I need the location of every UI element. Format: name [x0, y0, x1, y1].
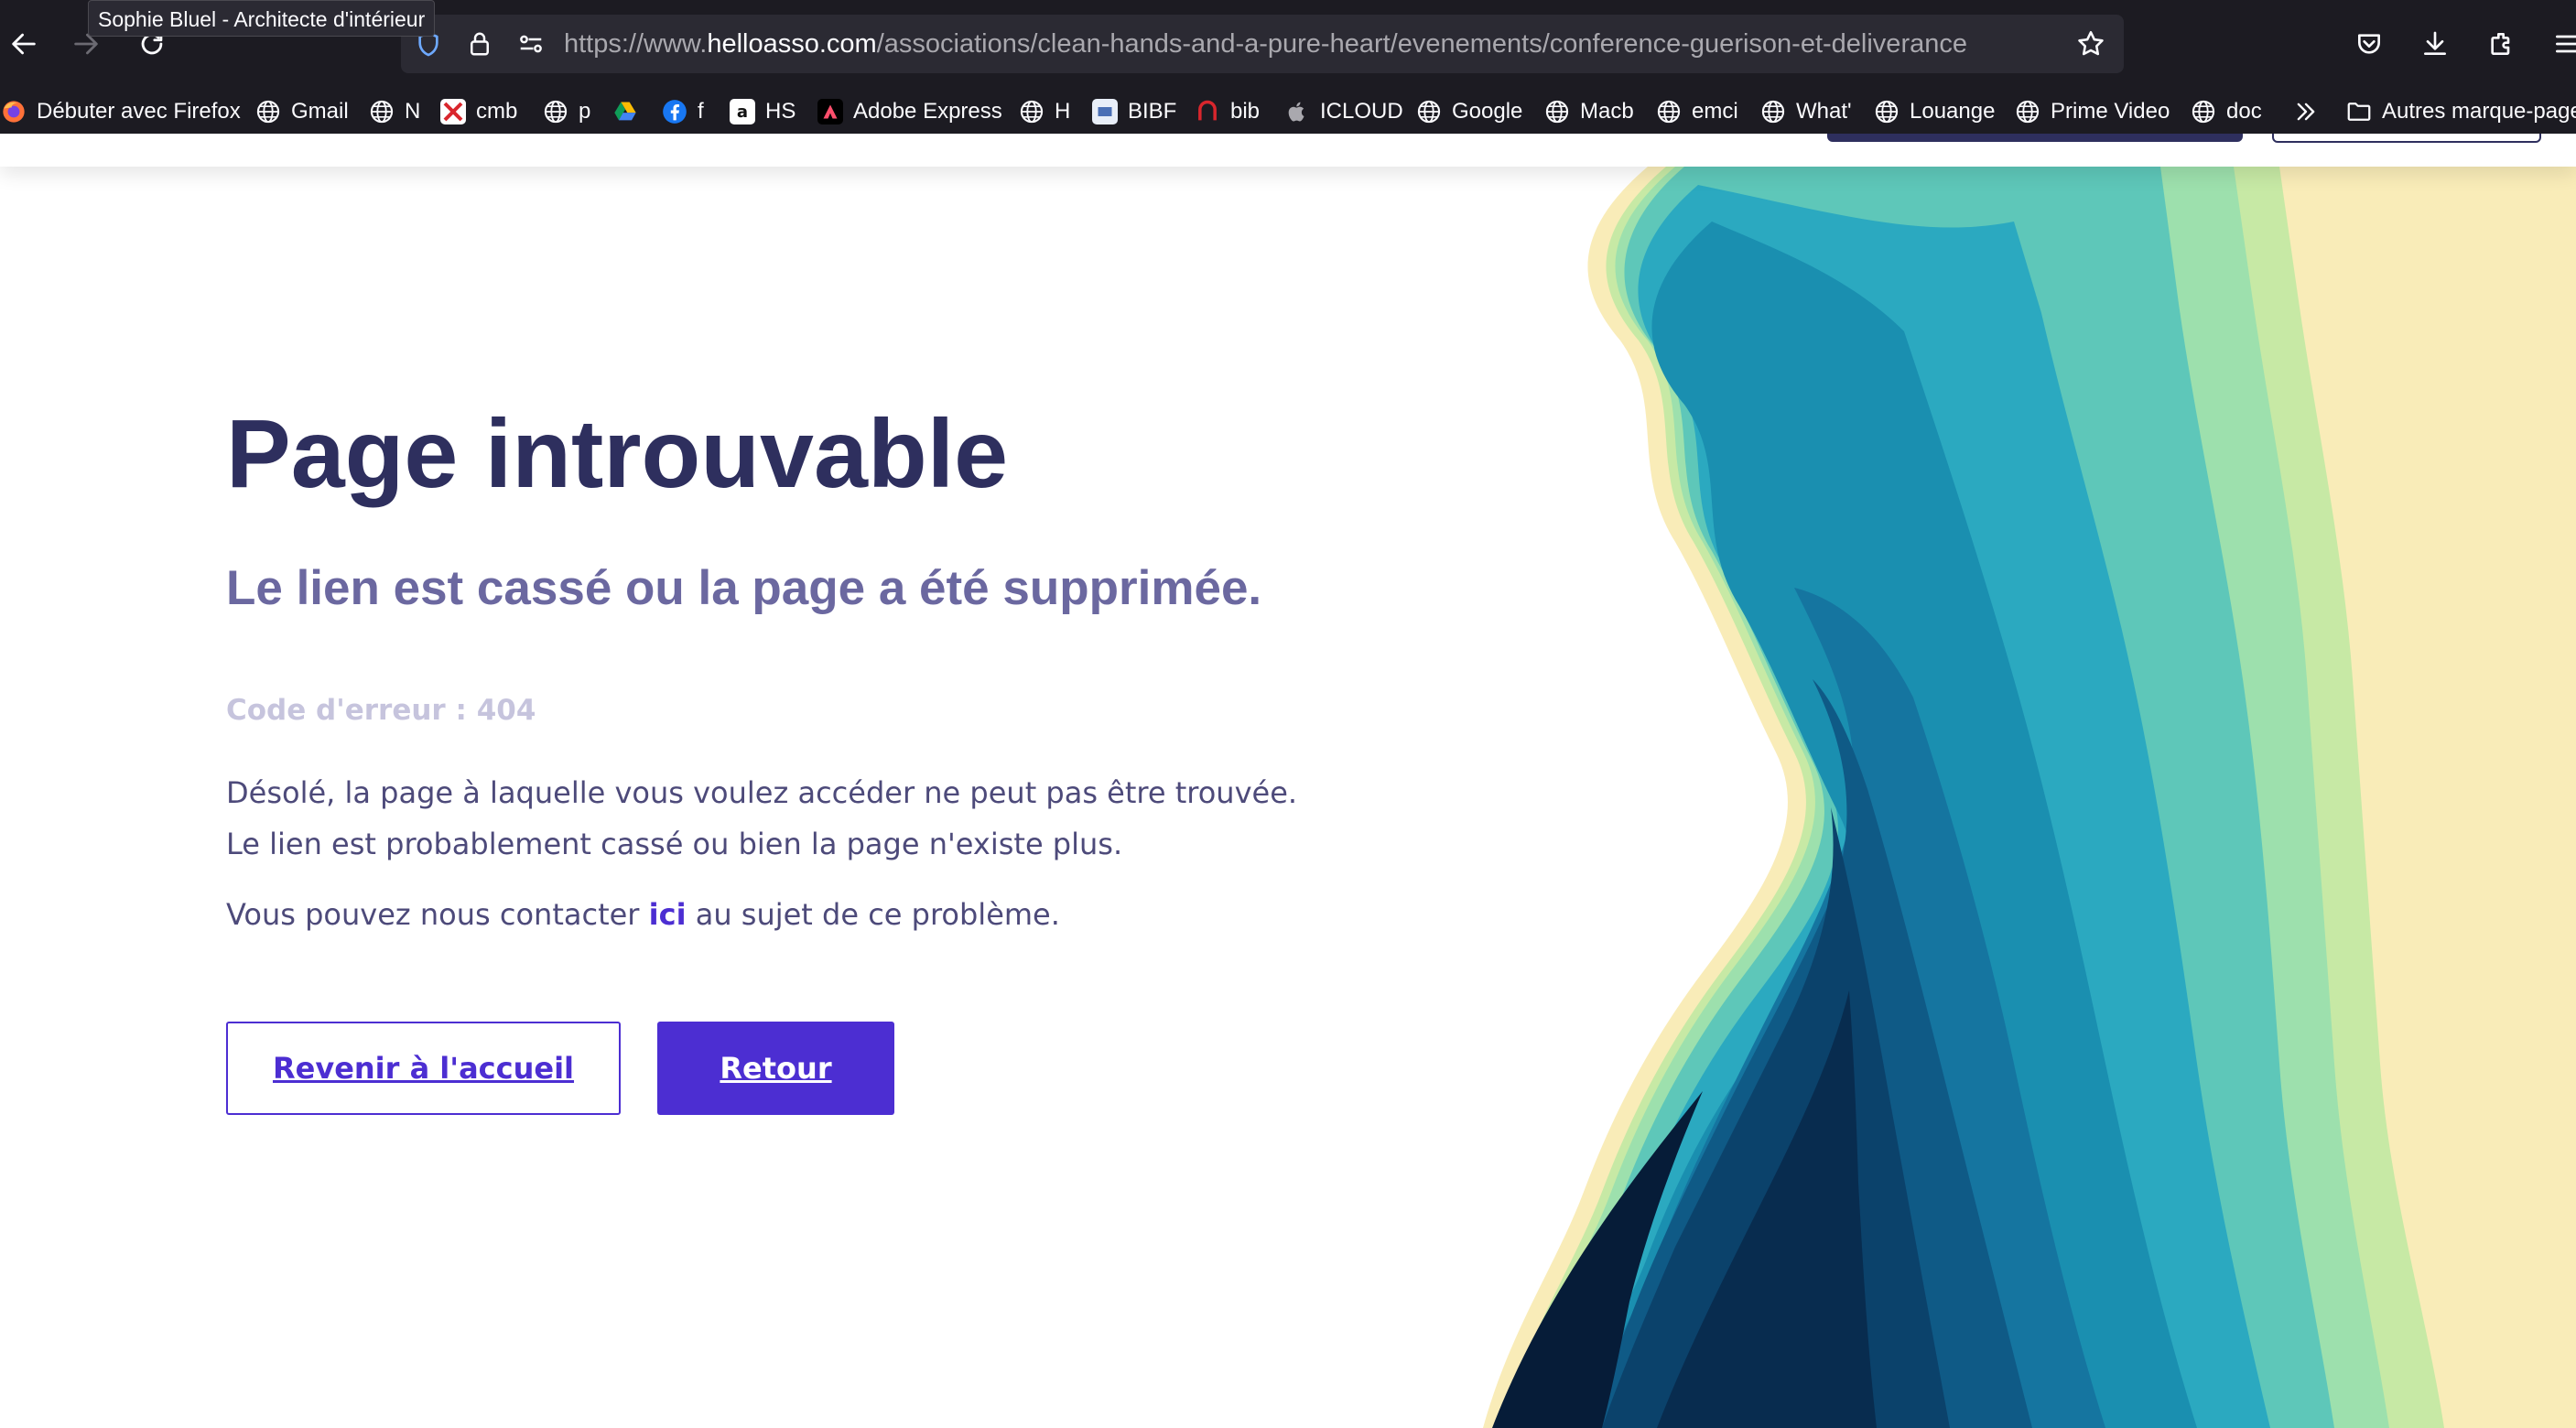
- url-bar[interactable]: https://www.helloasso.com/associations/c…: [401, 15, 2124, 73]
- pocket-icon[interactable]: [2347, 22, 2391, 66]
- amazon-icon: a: [729, 98, 756, 125]
- bookmark-h[interactable]: H: [1018, 90, 1070, 134]
- bookmark-gmail[interactable]: Gmail: [254, 90, 349, 134]
- contact-text: Vous pouvez nous contacter ici au sujet …: [226, 897, 1060, 932]
- bookmark-bibf[interactable]: BIBF: [1091, 90, 1176, 134]
- error-code: Code d'erreur : 404: [226, 694, 536, 727]
- globe-icon: [368, 98, 395, 125]
- page-subtitle: Le lien est cassé ou la page a été suppr…: [226, 561, 1262, 615]
- bookmark-label: Gmail: [291, 99, 349, 124]
- back-to-home-button[interactable]: Revenir à l'accueil: [226, 1022, 621, 1115]
- bookmark-macb[interactable]: Macb: [1543, 90, 1634, 134]
- bookmark-label: Prime Video: [2051, 99, 2170, 124]
- bookmark-label: H: [1055, 99, 1071, 124]
- navigation-toolbar: Sophie Bluel - Architecte d'intérieur ht…: [0, 0, 2576, 90]
- bookmark-label: Louange: [1910, 99, 1996, 124]
- globe-icon: [542, 98, 569, 125]
- download-icon[interactable]: [2413, 22, 2457, 66]
- cmb-icon: [439, 98, 467, 125]
- header-primary-button[interactable]: [1827, 134, 2243, 142]
- go-back-button[interactable]: Retour: [657, 1022, 894, 1115]
- bookmark-google-drive[interactable]: [612, 90, 639, 134]
- bookmark-p[interactable]: p: [542, 90, 590, 134]
- globe-icon: [2190, 98, 2217, 125]
- browser-chrome: Sophie Bluel - Architecte d'intérieur ht…: [0, 0, 2576, 134]
- bookmark-cmb[interactable]: cmb: [439, 90, 517, 134]
- bookmark-label: bib: [1230, 99, 1261, 124]
- bookmark-label: emci: [1692, 99, 1738, 124]
- star-icon[interactable]: [2073, 26, 2109, 62]
- bookmark-label: BIBF: [1128, 99, 1177, 124]
- bookmark-prime-video[interactable]: Prime Video: [2014, 90, 2170, 134]
- bookmark-what[interactable]: What': [1759, 90, 1852, 134]
- globe-icon: [2014, 98, 2041, 125]
- bookmark-label: cmb: [476, 99, 518, 124]
- bibf-icon: [1091, 98, 1119, 125]
- google-drive-icon: [612, 98, 639, 125]
- bib-icon: [1194, 98, 1221, 125]
- bookmark-louange[interactable]: Louange: [1873, 90, 1995, 134]
- globe-icon: [1655, 98, 1683, 125]
- url-path: /associations/clean-hands-and-a-pure-hea…: [876, 29, 1967, 59]
- globe-icon: [254, 98, 282, 125]
- menu-icon[interactable]: [2545, 22, 2576, 66]
- bookmark-label: Adobe Express: [853, 99, 1002, 124]
- bookmark-label: HS: [765, 99, 796, 124]
- globe-icon: [1018, 98, 1045, 125]
- url-host: helloasso.com: [707, 29, 877, 59]
- header-secondary-button[interactable]: [2272, 134, 2541, 143]
- site-header: [0, 134, 2576, 167]
- url-text[interactable]: https://www.helloasso.com/associations/c…: [564, 15, 1967, 73]
- bookmark-bib[interactable]: bib: [1194, 90, 1260, 134]
- permissions-icon[interactable]: [513, 26, 549, 62]
- tab-tooltip: Sophie Bluel - Architecte d'intérieur: [88, 0, 436, 37]
- error-description: Désolé, la page à laquelle vous voulez a…: [226, 775, 1298, 861]
- apple-icon: [1283, 98, 1311, 125]
- firefox-icon: [0, 98, 27, 125]
- bookmark-emci[interactable]: emci: [1655, 90, 1738, 134]
- lock-icon[interactable]: [461, 26, 498, 62]
- page-title: Page introuvable: [226, 400, 1009, 508]
- facebook-icon: [661, 98, 688, 125]
- bookmark-label: Google: [1452, 99, 1523, 124]
- bookmark-label: N: [405, 99, 421, 124]
- chevron-double-right-icon: [2292, 98, 2320, 125]
- globe-icon: [1759, 98, 1787, 125]
- bookmark-hs[interactable]: a HS: [729, 90, 796, 134]
- decorative-topographic-illustration: [1282, 167, 2576, 1428]
- contact-text-after: au sujet de ce problème.: [686, 897, 1060, 932]
- bookmark-debuter-avec-firefox[interactable]: Débuter avec Firefox: [0, 90, 241, 134]
- page-viewport: Page introuvable Le lien est cassé ou la…: [0, 134, 2576, 1428]
- globe-icon: [1543, 98, 1571, 125]
- folder-icon: [2345, 98, 2373, 125]
- bookmark-doc[interactable]: doc: [2190, 90, 2262, 134]
- bookmark-label: What': [1796, 99, 1852, 124]
- bookmark-label: Débuter avec Firefox: [37, 99, 241, 124]
- bookmarks-overflow-button[interactable]: [2292, 90, 2320, 134]
- bookmark-label: Macb: [1580, 99, 1634, 124]
- url-protocol: https://www.: [564, 29, 708, 59]
- bookmark-n[interactable]: N: [368, 90, 420, 134]
- back-arrow-icon[interactable]: [0, 20, 48, 68]
- bookmark-label: doc: [2226, 99, 2262, 124]
- bookmark-icloud[interactable]: ICLOUD: [1283, 90, 1403, 134]
- bookmark-label: p: [579, 99, 591, 124]
- globe-icon: [1873, 98, 1900, 125]
- bookmark-f[interactable]: f: [661, 90, 704, 134]
- bookmark-label: ICLOUD: [1320, 99, 1403, 124]
- other-bookmarks-label: Autres marque-pages: [2382, 99, 2576, 124]
- globe-icon: [1415, 98, 1443, 125]
- contact-link[interactable]: ici: [649, 897, 687, 932]
- bookmarks-toolbar: Débuter avec Firefox Gmail N cmb p f a H…: [0, 90, 2576, 134]
- bookmark-google[interactable]: Google: [1415, 90, 1522, 134]
- other-bookmarks-folder[interactable]: Autres marque-pages: [2345, 90, 2576, 134]
- contact-text-before: Vous pouvez nous contacter: [226, 897, 649, 932]
- bookmark-adobe-express[interactable]: Adobe Express: [817, 90, 1002, 134]
- error-content: Page introuvable Le lien est cassé ou la…: [226, 134, 1325, 1428]
- extensions-icon[interactable]: [2479, 22, 2523, 66]
- adobe-express-icon: [817, 98, 844, 125]
- bookmark-label: f: [698, 99, 704, 124]
